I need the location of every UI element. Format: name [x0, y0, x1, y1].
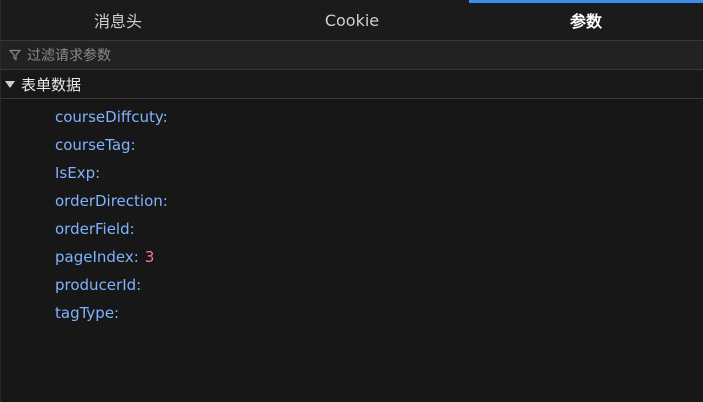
- form-data-section-header[interactable]: 表单数据: [1, 70, 703, 99]
- param-row: pageIndex: 3: [1, 243, 703, 271]
- collapse-triangle-icon: [5, 80, 15, 88]
- network-params-panel: 消息头 Cookie 参数 过滤请求参数 表单数据 courseDiffcuty…: [0, 0, 703, 402]
- form-data-title: 表单数据: [21, 75, 82, 94]
- tab-bar: 消息头 Cookie 参数: [1, 0, 703, 41]
- param-key: courseDiffcuty:: [55, 108, 168, 126]
- param-row: tagType:: [1, 299, 703, 327]
- param-key: IsExp:: [55, 164, 101, 182]
- param-row: orderDirection:: [1, 187, 703, 215]
- param-row: IsExp:: [1, 159, 703, 187]
- tab-cookie[interactable]: Cookie: [235, 0, 469, 40]
- tab-headers-label: 消息头: [93, 12, 142, 31]
- param-key: orderDirection:: [55, 192, 168, 210]
- param-key: courseTag:: [55, 136, 136, 154]
- param-row: courseTag:: [1, 131, 703, 159]
- param-key: orderField:: [55, 220, 135, 238]
- param-key: pageIndex:: [55, 248, 139, 266]
- param-row: producerId:: [1, 271, 703, 299]
- param-key: producerId:: [55, 276, 142, 294]
- filter-placeholder: 过滤请求参数: [27, 48, 111, 64]
- tab-params-label: 参数: [569, 12, 602, 31]
- form-data-list: courseDiffcuty: courseTag: IsExp: orderD…: [1, 99, 703, 327]
- filter-params-input[interactable]: 过滤请求参数: [1, 41, 703, 70]
- tab-params[interactable]: 参数: [469, 0, 703, 40]
- tab-cookie-label: Cookie: [324, 10, 380, 30]
- param-key: tagType:: [55, 304, 120, 322]
- param-row: orderField:: [1, 215, 703, 243]
- param-row: courseDiffcuty:: [1, 103, 703, 131]
- tab-headers[interactable]: 消息头: [1, 0, 235, 40]
- param-value: 3: [144, 248, 155, 266]
- filter-icon: [8, 49, 22, 61]
